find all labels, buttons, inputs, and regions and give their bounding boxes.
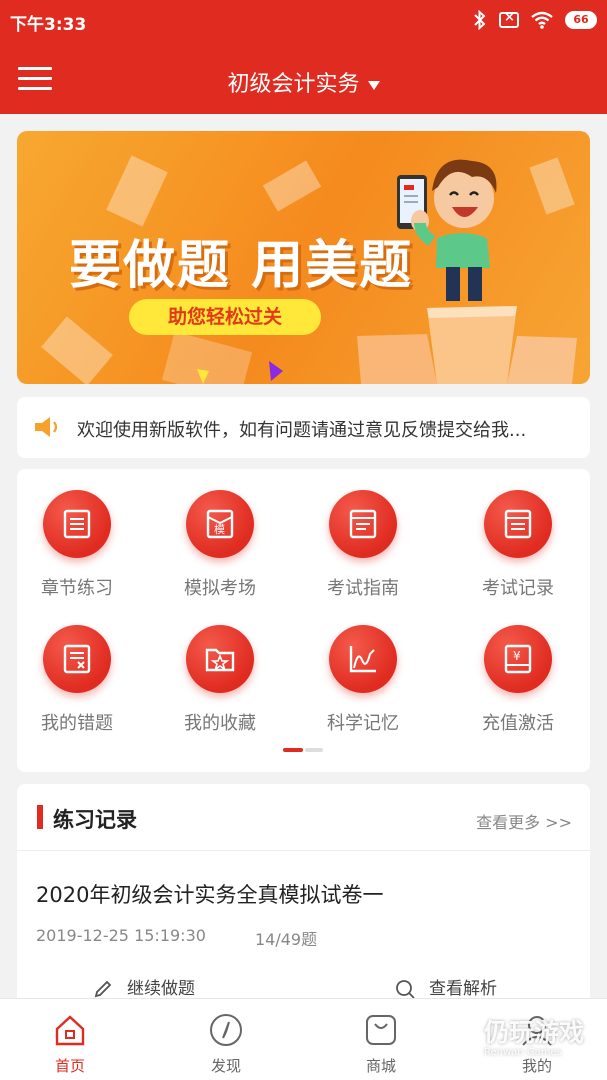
menu-item-my-favorites[interactable]: 我的收藏 <box>160 625 280 735</box>
menu-item-exam-records[interactable]: 考试记录 <box>458 490 578 600</box>
feature-grid: 章节练习 模 模拟考场 考试指南 考试记录 我的错题 我的收藏 科学记忆 ¥ 充… <box>17 469 590 772</box>
compass-icon <box>210 1014 242 1046</box>
mock-exam-icon: 模 <box>206 509 234 539</box>
shop-bag-icon <box>366 1015 396 1045</box>
page-dot <box>305 748 323 752</box>
tab-label: 发现 <box>210 1057 241 1075</box>
favorite-folder-icon <box>205 648 235 672</box>
continue-label: 继续做题 <box>127 979 195 999</box>
section-accent-bar <box>37 805 43 829</box>
paper-decoration <box>529 157 575 215</box>
tab-label: 首页 <box>54 1057 85 1075</box>
svg-text:¥: ¥ <box>513 649 521 663</box>
subject-selector[interactable]: 初级会计实务 <box>0 66 607 98</box>
watermark-subtext: Renwan Games <box>484 1047 562 1058</box>
page-dot-active <box>283 748 303 752</box>
menu-item-exam-guide[interactable]: 考试指南 <box>303 490 423 600</box>
paper-decoration <box>106 155 168 227</box>
announcement-bar[interactable]: 欢迎使用新版软件，如有问题请通过意见反馈提交给我... <box>17 397 590 458</box>
menu-item-label: 充值激活 <box>482 713 554 734</box>
memory-curve-icon <box>349 646 376 673</box>
record-progress: 14/49题 <box>255 930 318 949</box>
paper-decoration <box>41 316 113 384</box>
record-book-icon <box>504 509 532 539</box>
menu-item-label: 章节练习 <box>41 578 113 599</box>
document-icon <box>63 509 91 539</box>
menu-item-chapter-practice[interactable]: 章节练习 <box>17 490 137 600</box>
pencil-icon <box>94 980 112 998</box>
menu-item-scientific-memory[interactable]: 科学记忆 <box>303 625 423 735</box>
menu-item-label: 我的收藏 <box>184 713 256 734</box>
wrong-question-icon <box>63 644 91 674</box>
tab-label: 我的 <box>521 1057 552 1075</box>
confetti-decoration <box>197 369 209 384</box>
paper-decoration <box>262 160 322 212</box>
view-analysis-button[interactable]: 查看解析 <box>395 974 497 999</box>
menu-item-label: 考试记录 <box>482 578 554 599</box>
cartoon-character-illustration <box>397 159 497 301</box>
watermark-text: 仍玩游戏 <box>484 1018 585 1047</box>
record-exam-name[interactable]: 2020年初级会计实务全真模拟试卷一 <box>36 879 383 909</box>
review-label: 查看解析 <box>429 979 497 999</box>
menu-item-recharge-activate[interactable]: ¥ 充值激活 <box>458 625 578 735</box>
confetti-decoration <box>269 361 283 381</box>
guide-book-icon <box>349 509 377 539</box>
menu-item-wrong-questions[interactable]: 我的错题 <box>17 625 137 735</box>
wifi-icon <box>531 11 553 29</box>
status-time: 下午3:33 <box>10 15 87 35</box>
banner-headline: 要做题 用美题 <box>69 236 414 296</box>
caret-down-icon <box>367 80 380 90</box>
tab-home[interactable]: 首页 <box>30 1013 110 1076</box>
svg-text:模: 模 <box>214 523 225 536</box>
top-nav-bar: 初级会计实务 <box>0 42 607 114</box>
battery-icon: 66 <box>565 11 597 29</box>
view-more-link[interactable]: 查看更多 >> <box>476 809 572 833</box>
menu-item-label: 模拟考场 <box>184 578 256 599</box>
menu-item-label: 考试指南 <box>327 578 399 599</box>
status-bar: 下午3:33 66 <box>0 0 607 42</box>
menu-item-mock-exam[interactable]: 模 模拟考场 <box>160 490 280 600</box>
tab-shop[interactable]: 商城 <box>341 1013 421 1076</box>
home-icon <box>55 1015 85 1046</box>
record-datetime: 2019-12-25 15:19:30 <box>36 926 206 945</box>
tab-discover[interactable]: 发现 <box>186 1013 266 1076</box>
recharge-icon: ¥ <box>504 644 532 674</box>
no-sim-icon <box>499 10 519 28</box>
page-indicator <box>283 748 323 752</box>
menu-item-label: 科学记忆 <box>327 713 399 734</box>
divider <box>17 850 590 851</box>
menu-item-label: 我的错题 <box>41 713 113 734</box>
promo-banner[interactable]: 要做题 用美题 助您轻松过关 <box>17 131 590 384</box>
bluetooth-icon <box>474 10 486 30</box>
watermark: 仍玩游戏 Renwan Games <box>484 1013 584 1058</box>
practice-records-card: 练习记录 查看更多 >> 2020年初级会计实务全真模拟试卷一 2019-12-… <box>17 784 590 1014</box>
status-icons: 66 <box>473 10 597 30</box>
watermark-logo <box>432 1016 472 1054</box>
continue-practice-button[interactable]: 继续做题 <box>93 974 195 999</box>
pedestal-illustration <box>357 306 577 384</box>
page-title: 初级会计实务 <box>227 72 360 97</box>
speaker-icon <box>35 417 58 437</box>
tab-label: 商城 <box>365 1057 396 1075</box>
section-title: 练习记录 <box>53 808 137 832</box>
announcement-text: 欢迎使用新版软件，如有问题请通过意见反馈提交给我... <box>77 420 527 441</box>
magnifier-icon <box>396 980 415 999</box>
banner-tagline: 助您轻松过关 <box>129 299 321 335</box>
